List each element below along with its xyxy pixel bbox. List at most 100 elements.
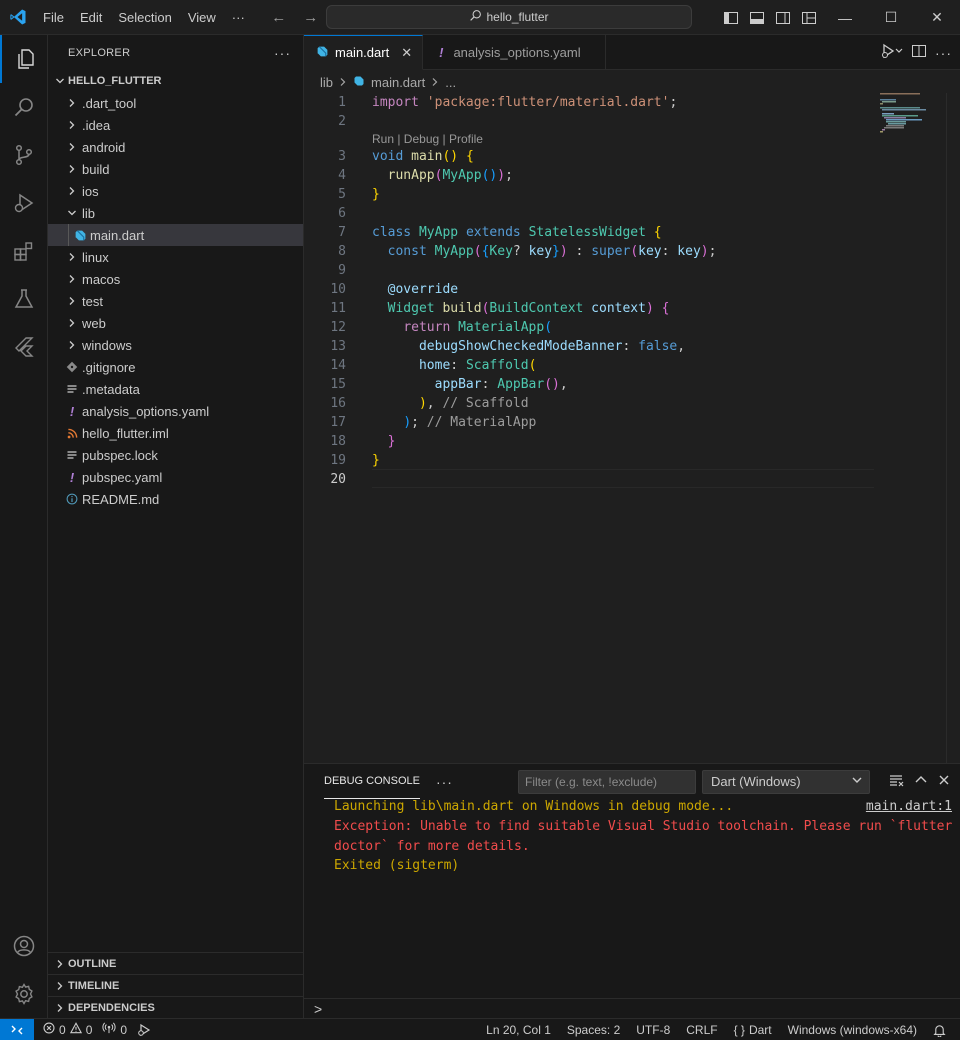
toggle-primary-sidebar-icon[interactable]: [718, 5, 744, 31]
tree-item-gitignore[interactable]: .gitignore: [48, 356, 303, 378]
toggle-secondary-sidebar-icon[interactable]: [770, 5, 796, 31]
tree-item-macos[interactable]: macos: [48, 268, 303, 290]
tree-item-readme[interactable]: README.md: [48, 488, 303, 510]
maximize-panel-icon[interactable]: [914, 773, 928, 790]
breadcrumb-symbol[interactable]: ...: [445, 75, 456, 90]
more-actions-icon[interactable]: ···: [436, 774, 453, 790]
timeline-section[interactable]: TIMELINE: [48, 974, 304, 996]
tree-item-android[interactable]: android: [48, 136, 303, 158]
debug-status-icon[interactable]: [132, 1019, 156, 1040]
notifications-bell-icon[interactable]: [925, 1019, 954, 1040]
cursor-position[interactable]: Ln 20, Col 1: [478, 1019, 559, 1040]
tree-item-idea[interactable]: .idea: [48, 114, 303, 136]
toggle-panel-icon[interactable]: [744, 5, 770, 31]
source-control-icon[interactable]: [0, 131, 48, 179]
breadcrumb-folder[interactable]: lib: [320, 75, 333, 90]
run-debug-dropdown-icon[interactable]: [881, 43, 903, 62]
more-actions-icon[interactable]: ···: [274, 45, 291, 61]
console-filter-input[interactable]: Filter (e.g. text, !exclude): [518, 770, 696, 794]
line-number: 10: [330, 282, 346, 297]
indentation[interactable]: Spaces: 2: [559, 1019, 628, 1040]
console-source-link[interactable]: main.dart:1: [866, 799, 952, 814]
tree-item-linux[interactable]: linux: [48, 246, 303, 268]
menu-view[interactable]: View: [180, 0, 224, 35]
tab-debug-console[interactable]: DEBUG CONSOLE: [324, 764, 420, 799]
more-actions-icon[interactable]: ···: [935, 45, 952, 61]
language-mode[interactable]: { } Dart: [726, 1019, 780, 1040]
tree-item-lib[interactable]: lib: [48, 202, 303, 224]
error-icon: [43, 1022, 55, 1037]
flutter-icon[interactable]: [0, 323, 48, 371]
tree-item-label: test: [82, 293, 103, 309]
tree-item-label: hello_flutter.iml: [82, 425, 169, 441]
minimize-icon[interactable]: —: [822, 0, 868, 35]
close-tab-icon[interactable]: ✕: [401, 45, 412, 61]
tab-main-dart[interactable]: main.dart ✕: [304, 35, 424, 70]
debug-session-dropdown[interactable]: Dart (Windows): [702, 770, 870, 794]
problems-indicator[interactable]: 0 0: [38, 1019, 97, 1040]
testing-flask-icon[interactable]: [0, 275, 48, 323]
accounts-icon[interactable]: [0, 922, 48, 970]
customize-layout-icon[interactable]: [796, 5, 822, 31]
close-panel-icon[interactable]: [938, 774, 950, 789]
tree-item-main-dart[interactable]: main.dart: [48, 224, 303, 246]
breadcrumb-file[interactable]: main.dart: [371, 75, 425, 90]
code-line: const MyApp({Key? key}) : super(key: key…: [387, 244, 717, 259]
editor-scrollbar[interactable]: [946, 93, 960, 763]
remote-indicator-icon[interactable]: [0, 1018, 34, 1040]
tree-item-metadata[interactable]: .metadata: [48, 378, 303, 400]
minimap[interactable]: [880, 93, 950, 763]
tab-analysis-options[interactable]: ! analysis_options.yaml: [423, 35, 606, 70]
line-number: 14: [330, 358, 346, 373]
tree-item-build[interactable]: build: [48, 158, 303, 180]
outline-section[interactable]: OUTLINE: [48, 952, 304, 974]
end-of-line[interactable]: CRLF: [678, 1019, 725, 1040]
ports-indicator[interactable]: 0: [97, 1019, 132, 1040]
tree-item-dart-tool[interactable]: .dart_tool: [48, 92, 303, 114]
search-icon: [469, 9, 482, 25]
tree-item-analysis-options[interactable]: ! analysis_options.yaml: [48, 400, 303, 422]
tree-item-ios[interactable]: ios: [48, 180, 303, 202]
run-and-debug-icon[interactable]: [0, 179, 48, 227]
back-arrow-icon[interactable]: ←: [267, 5, 291, 29]
close-window-icon[interactable]: ✕: [914, 0, 960, 35]
tree-item-test[interactable]: test: [48, 290, 303, 312]
tab-label: analysis_options.yaml: [453, 45, 581, 60]
menu-more[interactable]: ···: [224, 0, 253, 35]
menu-edit[interactable]: Edit: [72, 0, 110, 35]
command-center[interactable]: hello_flutter: [326, 5, 692, 29]
tree-item-hello-flutter-iml[interactable]: hello_flutter.iml: [48, 422, 303, 444]
settings-gear-icon[interactable]: [0, 970, 48, 1018]
forward-arrow-icon[interactable]: →: [299, 5, 323, 29]
title-bar: File Edit Selection View ··· ← → hello_f…: [0, 0, 960, 35]
git-file-icon: [64, 361, 80, 373]
extensions-icon[interactable]: [0, 227, 48, 275]
code-editor[interactable]: 1 import 'package:flutter/material.dart';…: [304, 93, 960, 763]
yaml-exclamation-icon: !: [69, 469, 75, 485]
tree-item-label: build: [82, 161, 110, 177]
tree-item-pubspec-lock[interactable]: pubspec.lock: [48, 444, 303, 466]
tree-item-web[interactable]: web: [48, 312, 303, 334]
line-number: 20: [330, 472, 346, 487]
flutter-device[interactable]: Windows (windows-x64): [780, 1019, 925, 1040]
tree-item-pubspec-yaml[interactable]: ! pubspec.yaml: [48, 466, 303, 488]
console-output-line: Exception: Unable to find suitable Visua…: [334, 819, 953, 834]
explorer-icon[interactable]: [0, 35, 48, 83]
console-repl-input[interactable]: >: [304, 998, 960, 1018]
clear-console-icon[interactable]: [888, 772, 904, 791]
encoding[interactable]: UTF-8: [628, 1019, 678, 1040]
chevron-right-icon: [64, 340, 80, 350]
menu-selection[interactable]: Selection: [110, 0, 179, 35]
yaml-exclamation-icon: !: [69, 403, 75, 419]
split-editor-icon[interactable]: [911, 43, 927, 62]
dependencies-section[interactable]: DEPENDENCIES: [48, 996, 304, 1018]
console-output-line: doctor` for more details.: [334, 839, 530, 854]
debug-console-panel: DEBUG CONSOLE ··· Filter (e.g. text, !ex…: [304, 763, 960, 1018]
search-icon[interactable]: [0, 83, 48, 131]
project-section-header[interactable]: HELLO_FLUTTER: [48, 70, 303, 92]
tree-item-windows[interactable]: windows: [48, 334, 303, 356]
line-number: 18: [330, 434, 346, 449]
menu-file[interactable]: File: [35, 0, 72, 35]
maximize-icon[interactable]: ☐: [868, 0, 914, 35]
chevron-right-icon: [52, 1003, 68, 1013]
